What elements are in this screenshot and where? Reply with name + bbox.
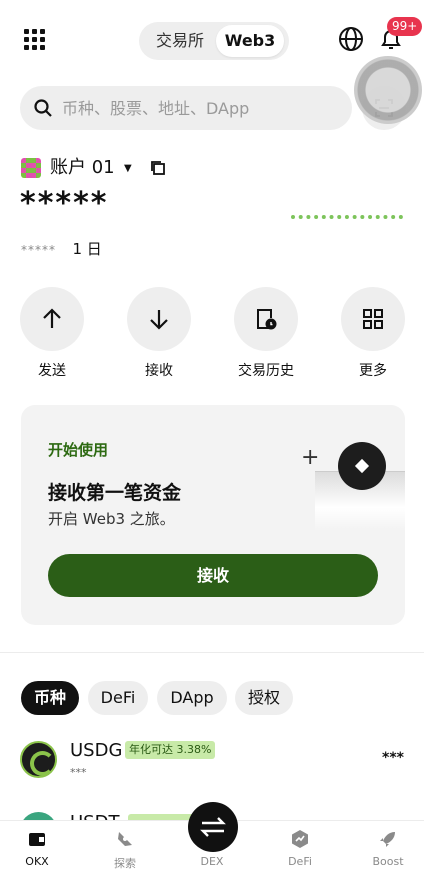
tab-okx-label: OKX (25, 855, 49, 868)
tab-dex[interactable]: DEX (177, 855, 247, 868)
section-divider (0, 652, 424, 653)
pnl-value: ***** (21, 243, 56, 257)
card-subtitle: 开启 Web3 之旅。 (48, 510, 175, 528)
card-title: 接收第一笔资金 (48, 482, 182, 504)
tab-defi-nav[interactable]: DeFi (265, 829, 335, 868)
tab-tokens[interactable]: 币种 (21, 681, 79, 715)
send-button[interactable]: 发送 (20, 287, 84, 380)
caret-down-icon: ▼ (124, 163, 132, 174)
wallet-icon (29, 833, 45, 846)
receive-cta-button[interactable]: 接收 (48, 554, 378, 597)
quick-actions: 发送 接收 交易历史 更多 (0, 287, 424, 379)
apps-grid-icon[interactable] (22, 27, 46, 51)
copy-icon[interactable] (150, 160, 166, 176)
mode-switch: 交易所 Web3 (139, 22, 289, 60)
tab-exchange[interactable]: 交易所 (145, 25, 215, 57)
arrow-up-icon (43, 308, 61, 328)
tab-boost-label: Boost (372, 855, 404, 868)
search-icon (34, 99, 52, 117)
more-button[interactable]: 更多 (341, 287, 405, 380)
search-input[interactable] (62, 86, 342, 130)
receive-label: 接收 (145, 363, 173, 379)
tab-dapp[interactable]: DApp (157, 681, 227, 715)
notification-badge: 99+ (387, 17, 423, 36)
history-button[interactable]: 交易历史 (234, 287, 298, 380)
tab-approvals[interactable]: 授权 (235, 681, 293, 715)
tab-explore[interactable]: 探索 (90, 829, 160, 871)
defi-icon (292, 830, 308, 848)
swap-icon (200, 817, 226, 837)
plus-icon: + (301, 445, 320, 470)
dex-swap-button[interactable] (188, 802, 238, 852)
rocket-icon (380, 832, 395, 847)
apy-badge: 年化可达 3.38% (125, 741, 216, 759)
history-label: 交易历史 (238, 363, 294, 379)
account-name: 账户 01 (50, 157, 115, 178)
avatar (21, 158, 41, 178)
tab-defi[interactable]: DeFi (88, 681, 148, 715)
usdg-icon (20, 741, 57, 778)
tab-dex-label: DEX (200, 855, 224, 868)
more-label: 更多 (359, 363, 387, 379)
tab-okx[interactable]: OKX (2, 829, 72, 868)
balance-sparkline (291, 215, 403, 221)
tab-web3[interactable]: Web3 (216, 25, 284, 57)
card-kicker: 开始使用 (48, 441, 109, 459)
tab-defi-label: DeFi (288, 855, 312, 868)
pnl-row: ***** 1 日 (21, 238, 102, 259)
globe-icon[interactable] (338, 26, 364, 52)
arrow-down-icon (150, 310, 168, 330)
send-label: 发送 (38, 363, 66, 379)
search-bar (20, 86, 352, 130)
pnl-period[interactable]: 1 日 (72, 240, 101, 258)
tab-boost[interactable]: Boost (353, 829, 423, 868)
token-symbol: USDG (70, 740, 123, 761)
balance-value: ***** (20, 186, 109, 221)
token-value: *** (382, 750, 404, 766)
floating-assistant-button[interactable] (354, 56, 422, 124)
grid-icon (363, 309, 383, 329)
history-icon (257, 309, 277, 330)
compass-icon (118, 832, 132, 846)
token-row[interactable]: USDG 年化可达 3.38% *** *** (20, 740, 406, 784)
receive-button[interactable]: 接收 (127, 287, 191, 380)
coin-icon (338, 442, 386, 490)
tab-explore-label: 探索 (114, 857, 136, 870)
get-started-card: 开始使用 接收第一笔资金 开启 Web3 之旅。 + 接收 (21, 405, 405, 625)
token-balance: *** (70, 766, 87, 779)
